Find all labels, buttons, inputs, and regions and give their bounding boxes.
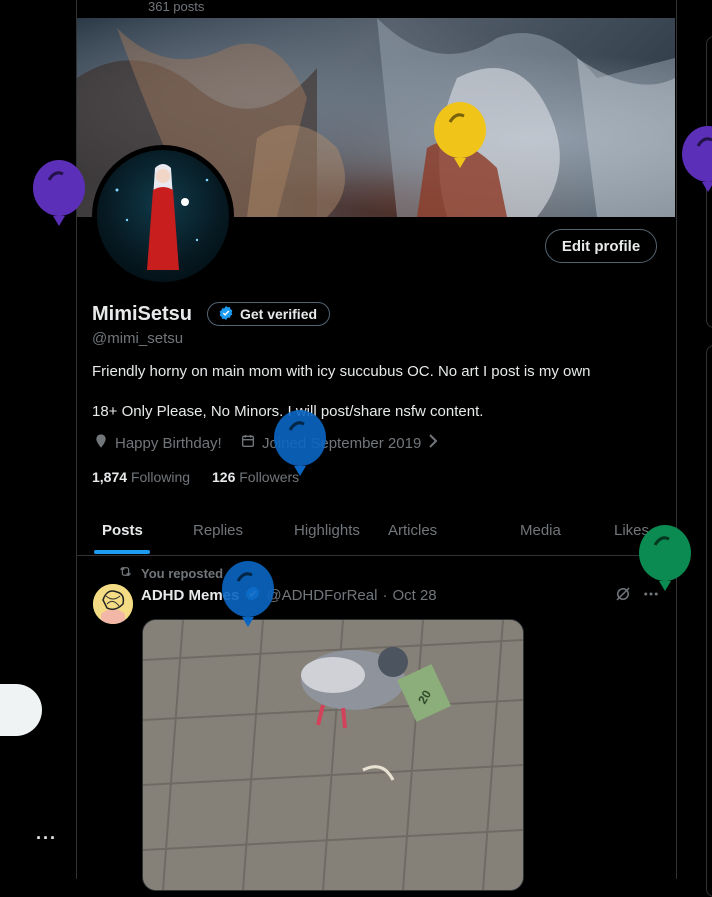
following-label: Following [130, 469, 191, 485]
following-count: 1,874 [92, 469, 128, 485]
post-author-handle[interactable]: @ADHDForReal [266, 587, 377, 605]
repost-icon [118, 564, 133, 582]
tab-posts[interactable]: Posts [102, 505, 143, 555]
verified-badge-icon [218, 305, 234, 324]
edit-profile-button[interactable]: Edit profile [545, 229, 657, 263]
birthday-text: Happy Birthday! [115, 435, 222, 452]
get-verified-label: Get verified [240, 306, 318, 322]
profile-handle: @mimi_setsu [92, 330, 184, 347]
tab-highlights[interactable]: Highlights [294, 505, 360, 555]
balloon-icon [31, 160, 87, 233]
grok-icon[interactable] [614, 585, 632, 608]
post-image[interactable]: 20 [142, 619, 524, 891]
post-date[interactable]: Oct 28 [392, 587, 436, 605]
profile-tabs: Posts Replies Highlights Articles Media … [77, 505, 675, 556]
repost-label: You reposted [141, 565, 224, 581]
following-link[interactable]: 1,874 Following [92, 468, 190, 486]
more-menu-button[interactable]: ··· [36, 828, 57, 848]
tab-media[interactable]: Media [520, 505, 561, 555]
tab-articles[interactable]: Articles [388, 505, 437, 555]
birthday-item: Happy Birthday! [93, 433, 222, 455]
calendar-icon [240, 433, 256, 455]
repost-indicator: You reposted [118, 564, 223, 582]
left-nav-rail [0, 0, 76, 879]
balloon-icon [680, 126, 712, 199]
bio-line-1: Friendly horny on main mom with icy succ… [92, 363, 591, 380]
balloon-icon [220, 561, 276, 634]
post-separator: · [382, 587, 388, 604]
chevron-right-icon [427, 433, 439, 455]
post-author-avatar[interactable] [93, 584, 133, 624]
location-pin-icon [93, 433, 109, 455]
display-name: MimiSetsu [92, 303, 193, 325]
posts-count: 361 posts [148, 0, 205, 14]
post-header: ADHD Memes @ADHDForReal · Oct 28 [141, 585, 437, 607]
right-sidebar-card [706, 345, 712, 897]
joined-item[interactable]: Joined September 2019 [240, 433, 439, 455]
get-verified-button[interactable]: Get verified [207, 302, 331, 326]
followers-count: 126 [212, 469, 236, 485]
avatar-image [97, 150, 229, 282]
balloon-icon [432, 102, 488, 175]
balloon-icon [637, 525, 693, 598]
active-tab-indicator [94, 550, 150, 554]
tab-replies[interactable]: Replies [193, 505, 243, 555]
balloon-icon [272, 410, 328, 483]
